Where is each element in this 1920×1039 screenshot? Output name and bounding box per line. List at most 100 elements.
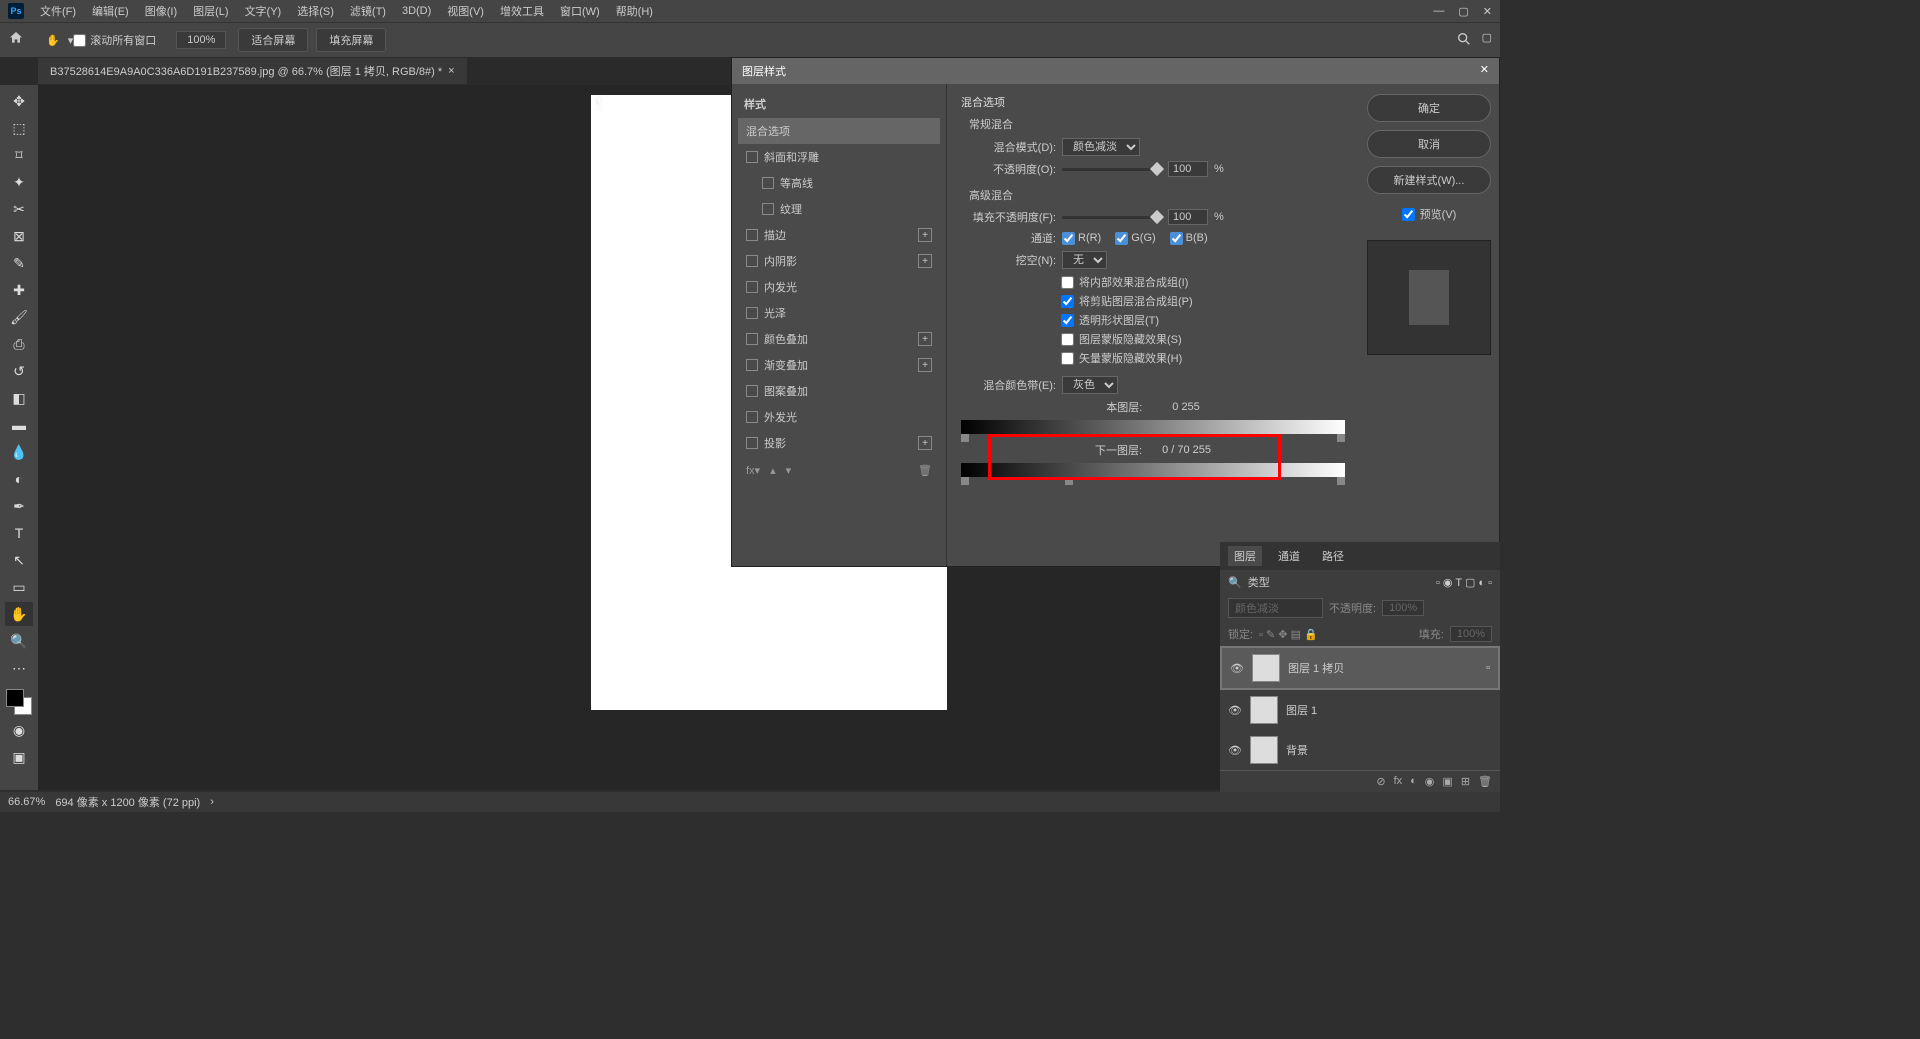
fill-opacity-slider[interactable] — [1062, 216, 1162, 219]
stamp-tool-icon[interactable]: ⎙ — [5, 332, 33, 356]
path-tool-icon[interactable]: ↖ — [5, 548, 33, 572]
knockout-select[interactable]: 无 — [1062, 251, 1107, 269]
blending-options-item[interactable]: 混合选项 — [738, 118, 940, 144]
new-style-button[interactable]: 新建样式(W)... — [1367, 166, 1491, 194]
zoom-input[interactable]: 100% — [176, 31, 226, 49]
color-swatch[interactable] — [6, 689, 32, 715]
ok-button[interactable]: 确定 — [1367, 94, 1491, 122]
move-tool-icon[interactable]: ✥ — [5, 89, 33, 113]
style-item[interactable]: 描边+ — [738, 222, 940, 248]
blend-mode-select[interactable]: 颜色减淡 — [1062, 138, 1140, 156]
pen-tool-icon[interactable]: ✒ — [5, 494, 33, 518]
minimize-icon[interactable]: — — [1433, 5, 1444, 18]
group-icon[interactable]: ▣ — [1442, 775, 1452, 788]
checkbox-icon[interactable] — [746, 151, 758, 163]
quickmask-icon[interactable]: ◉ — [5, 718, 33, 742]
layer-fill-input[interactable]: 100% — [1450, 626, 1492, 642]
visibility-icon[interactable]: 👁 — [1228, 744, 1242, 757]
menu-plugins[interactable]: 增效工具 — [492, 3, 552, 19]
home-icon[interactable] — [8, 30, 28, 50]
search-icon[interactable]: 🔍 — [1228, 576, 1242, 589]
channel-b-checkbox[interactable]: B(B) — [1170, 232, 1208, 245]
style-item[interactable]: 投影+ — [738, 430, 940, 456]
style-item[interactable]: 颜色叠加+ — [738, 326, 940, 352]
frame-tool-icon[interactable]: ⊠ — [5, 224, 33, 248]
screenmode-icon[interactable]: ▣ — [5, 745, 33, 769]
new-layer-icon[interactable]: ⊞ — [1461, 775, 1470, 788]
dialog-titlebar[interactable]: 图层样式 ✕ — [732, 58, 1499, 84]
plus-icon[interactable]: + — [918, 228, 932, 242]
advanced-checkbox[interactable]: 将剪贴图层混合成组(P) — [1061, 293, 1345, 309]
plus-icon[interactable]: + — [918, 358, 932, 372]
menu-select[interactable]: 选择(S) — [289, 3, 342, 19]
hand-tool-icon[interactable]: ✋ — [5, 602, 33, 626]
checkbox-icon[interactable] — [746, 281, 758, 293]
menu-help[interactable]: 帮助(H) — [608, 3, 661, 19]
link-icon[interactable]: ▫ — [1486, 662, 1490, 674]
style-item[interactable]: 外发光 — [738, 404, 940, 430]
layer-row[interactable]: 👁 背景 — [1220, 730, 1500, 770]
checkbox-icon[interactable] — [746, 437, 758, 449]
scroll-all-checkbox[interactable]: 滚动所有窗口 — [73, 32, 156, 48]
checkbox-icon[interactable] — [762, 203, 774, 215]
channel-g-checkbox[interactable]: G(G) — [1115, 232, 1155, 245]
search-icon[interactable] — [1456, 31, 1472, 50]
channels-tab[interactable]: 通道 — [1272, 546, 1306, 566]
preview-checkbox[interactable]: 预览(V) — [1367, 206, 1491, 222]
menu-3d[interactable]: 3D(D) — [394, 5, 439, 17]
blur-tool-icon[interactable]: 💧 — [5, 440, 33, 464]
marquee-tool-icon[interactable]: ⬚ — [5, 116, 33, 140]
down-icon[interactable]: ▾ — [786, 464, 792, 477]
filter-icons[interactable]: ▫ ◉ T ▢ ◐ ▫ — [1436, 576, 1492, 589]
fill-opacity-input[interactable] — [1168, 209, 1208, 225]
advanced-checkbox[interactable]: 将内部效果混合成组(I) — [1061, 274, 1345, 290]
trash-icon[interactable]: 🗑 — [918, 464, 932, 477]
visibility-icon[interactable]: 👁 — [1230, 662, 1244, 675]
style-item[interactable]: 纹理 — [738, 196, 940, 222]
opacity-slider[interactable] — [1062, 168, 1162, 171]
style-item[interactable]: 渐变叠加+ — [738, 352, 940, 378]
underlying-gradient[interactable] — [961, 463, 1345, 477]
menu-layer[interactable]: 图层(L) — [185, 3, 236, 19]
edit-toolbar-icon[interactable]: ⋯ — [5, 656, 33, 680]
menu-window[interactable]: 窗口(W) — [552, 3, 608, 19]
type-tool-icon[interactable]: T — [5, 521, 33, 545]
link-icon[interactable]: ⊘ — [1376, 775, 1385, 788]
mask-icon[interactable]: ◐ — [1410, 775, 1417, 788]
paths-tab[interactable]: 路径 — [1316, 546, 1350, 566]
zoom-tool-icon[interactable]: 🔍 — [5, 629, 33, 653]
document-tab[interactable]: B37528614E9A9A0C336A6D191B237589.jpg @ 6… — [38, 58, 467, 84]
style-item[interactable]: 图案叠加 — [738, 378, 940, 404]
dialog-close-icon[interactable]: ✕ — [1480, 63, 1489, 79]
hand-tool-icon[interactable]: ✋ — [46, 34, 60, 47]
tab-close-icon[interactable]: × — [448, 65, 454, 77]
fill-screen-button[interactable]: 填充屏幕 — [316, 28, 386, 52]
lasso-tool-icon[interactable]: ⌑ — [5, 143, 33, 167]
channel-r-checkbox[interactable]: R(R) — [1062, 232, 1101, 245]
delete-icon[interactable]: 🗑 — [1478, 775, 1492, 788]
plus-icon[interactable]: + — [918, 332, 932, 346]
advanced-checkbox[interactable]: 矢量蒙版隐藏效果(H) — [1061, 350, 1345, 366]
layer-row[interactable]: 👁 图层 1 — [1220, 690, 1500, 730]
checkbox-icon[interactable] — [762, 177, 774, 189]
eraser-tool-icon[interactable]: ◧ — [5, 386, 33, 410]
menu-image[interactable]: 图像(I) — [137, 3, 185, 19]
lock-icons[interactable]: ▫ ✎ ✥ ▤ 🔒 — [1259, 628, 1318, 641]
checkbox-icon[interactable] — [746, 411, 758, 423]
eyedropper-tool-icon[interactable]: ✎ — [5, 251, 33, 275]
visibility-icon[interactable]: 👁 — [1228, 704, 1242, 717]
shape-tool-icon[interactable]: ▭ — [5, 575, 33, 599]
wand-tool-icon[interactable]: ✦ — [5, 170, 33, 194]
fx-icon[interactable]: fx — [1394, 775, 1403, 788]
history-brush-icon[interactable]: ↺ — [5, 359, 33, 383]
style-item[interactable]: 内发光 — [738, 274, 940, 300]
menu-filter[interactable]: 滤镜(T) — [342, 3, 394, 19]
healing-tool-icon[interactable]: ✚ — [5, 278, 33, 302]
style-item[interactable]: 光泽 — [738, 300, 940, 326]
doc-dimensions[interactable]: 694 像素 x 1200 像素 (72 ppi) — [55, 794, 200, 810]
checkbox-icon[interactable] — [746, 359, 758, 371]
menu-file[interactable]: 文件(F) — [32, 3, 84, 19]
checkbox-icon[interactable] — [746, 333, 758, 345]
fx-icon[interactable]: fx▾ — [746, 464, 760, 477]
style-item[interactable]: 等高线 — [738, 170, 940, 196]
